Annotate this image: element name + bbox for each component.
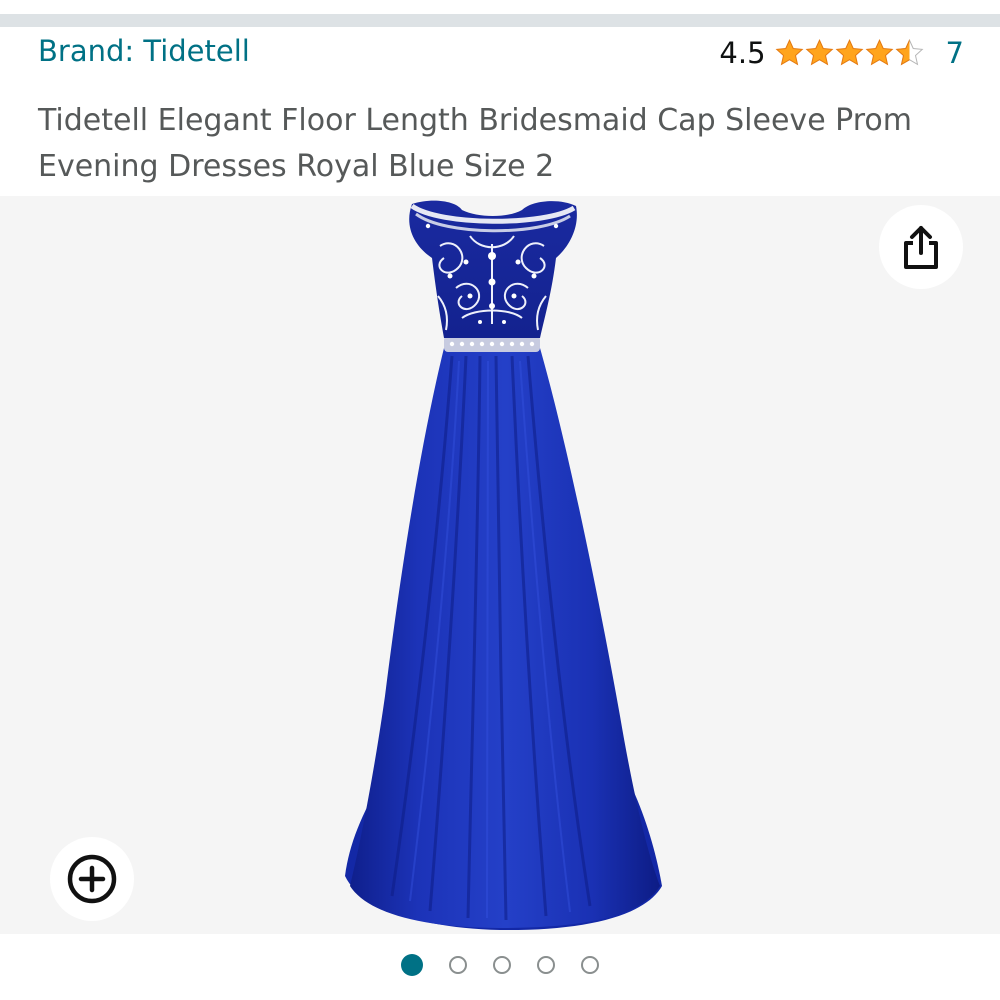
star-full-icon [835,39,863,66]
carousel-dot[interactable] [493,956,511,974]
carousel-dot[interactable] [449,956,467,974]
star-full-icon [805,39,833,66]
zoom-button[interactable] [50,837,134,921]
top-divider [0,14,1000,27]
share-icon [904,226,938,269]
product-image-gallery[interactable] [0,196,1000,934]
carousel-dot-active[interactable] [401,954,423,976]
carousel-dot[interactable] [581,956,599,974]
product-detail-page: Brand: Tidetell 4.5 7 Tidetell Elegant F… [0,0,1000,1000]
image-carousel-indicator [0,950,1000,980]
star-full-icon [865,39,893,66]
star-rating [774,38,924,68]
review-count-link[interactable]: 7 [946,36,964,70]
star-full-icon [775,39,803,66]
share-button[interactable] [879,205,963,289]
rating-summary[interactable]: 4.5 7 [719,34,964,72]
star-half-icon [895,39,923,66]
zoom-plus-icon [67,854,117,904]
carousel-dot[interactable] [537,956,555,974]
brand-link[interactable]: Brand: Tidetell [38,34,250,68]
product-image[interactable] [0,196,1000,934]
product-title: Tidetell Elegant Floor Length Bridesmaid… [38,103,912,184]
rating-value: 4.5 [719,36,766,70]
